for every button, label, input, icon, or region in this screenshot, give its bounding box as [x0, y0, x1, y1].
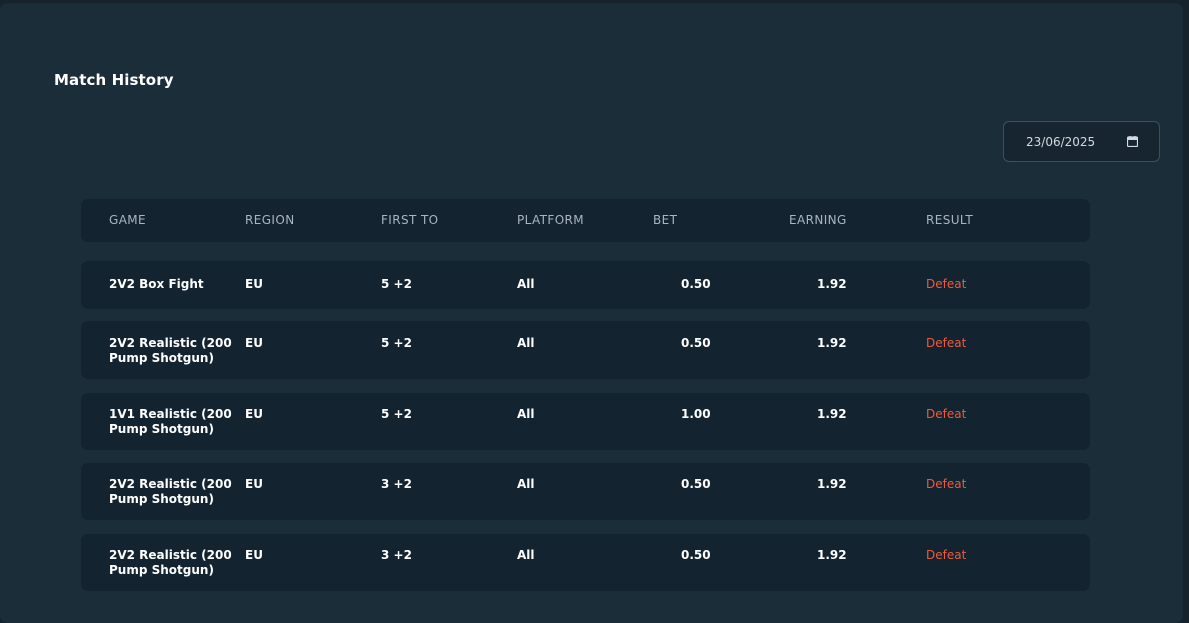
header-result: RESULT [926, 213, 974, 227]
cell-platform: All [517, 477, 535, 491]
cell-region: EU [245, 477, 263, 491]
header-earning: EARNING [789, 213, 847, 227]
cell-bet: 0.50 [681, 277, 711, 291]
cell-first-to: 5 +2 [381, 277, 412, 291]
cell-game: 2V2 Realistic (200 Pump Shotgun) [109, 336, 232, 365]
cell-first-to: 3 +2 [381, 548, 412, 562]
cell-bet: 0.50 [681, 477, 711, 491]
cell-region: EU [245, 548, 263, 562]
cell-result: Defeat [926, 477, 967, 491]
header-first-to: FIRST TO [381, 213, 439, 227]
cell-platform: All [517, 407, 535, 421]
table-row[interactable]: 2V2 Box Fight EU 5 +2 All 0.50 1.92 Defe… [81, 261, 1090, 309]
header-game: GAME [109, 213, 147, 227]
cell-region: EU [245, 336, 263, 350]
cell-region: EU [245, 407, 263, 421]
cell-bet: 0.50 [681, 548, 711, 562]
cell-region: EU [245, 277, 263, 291]
table-row[interactable]: 1V1 Realistic (200 Pump Shotgun) EU 5 +2… [81, 393, 1090, 450]
header-platform: PLATFORM [517, 213, 585, 227]
calendar-icon[interactable] [1127, 136, 1138, 147]
cell-result: Defeat [926, 407, 967, 421]
cell-game: 2V2 Box Fight [109, 277, 204, 291]
cell-first-to: 5 +2 [381, 407, 412, 421]
cell-first-to: 3 +2 [381, 477, 412, 491]
cell-earning: 1.92 [817, 336, 847, 350]
cell-game: 1V1 Realistic (200 Pump Shotgun) [109, 407, 232, 436]
page-title: Match History [54, 71, 174, 89]
cell-platform: All [517, 336, 535, 350]
table-row[interactable]: 2V2 Realistic (200 Pump Shotgun) EU 3 +2… [81, 534, 1090, 591]
match-history-panel: Match History 23/06/2025 GAME REGION FIR… [0, 3, 1183, 623]
cell-platform: All [517, 548, 535, 562]
cell-earning: 1.92 [817, 277, 847, 291]
cell-bet: 1.00 [681, 407, 711, 421]
header-region: REGION [245, 213, 295, 227]
cell-earning: 1.92 [817, 548, 847, 562]
cell-game: 2V2 Realistic (200 Pump Shotgun) [109, 477, 232, 506]
table-header: GAME REGION FIRST TO PLATFORM BET EARNIN… [81, 199, 1090, 242]
table-row[interactable]: 2V2 Realistic (200 Pump Shotgun) EU 3 +2… [81, 463, 1090, 520]
cell-earning: 1.92 [817, 407, 847, 421]
cell-result: Defeat [926, 336, 967, 350]
cell-result: Defeat [926, 548, 967, 562]
date-filter-input[interactable]: 23/06/2025 [1003, 121, 1160, 162]
cell-earning: 1.92 [817, 477, 847, 491]
cell-bet: 0.50 [681, 336, 711, 350]
table-row[interactable]: 2V2 Realistic (200 Pump Shotgun) EU 5 +2… [81, 321, 1090, 379]
date-value: 23/06/2025 [1026, 135, 1096, 149]
header-bet: BET [653, 213, 678, 227]
cell-platform: All [517, 277, 535, 291]
cell-result: Defeat [926, 277, 967, 291]
cell-first-to: 5 +2 [381, 336, 412, 350]
cell-game: 2V2 Realistic (200 Pump Shotgun) [109, 548, 232, 577]
